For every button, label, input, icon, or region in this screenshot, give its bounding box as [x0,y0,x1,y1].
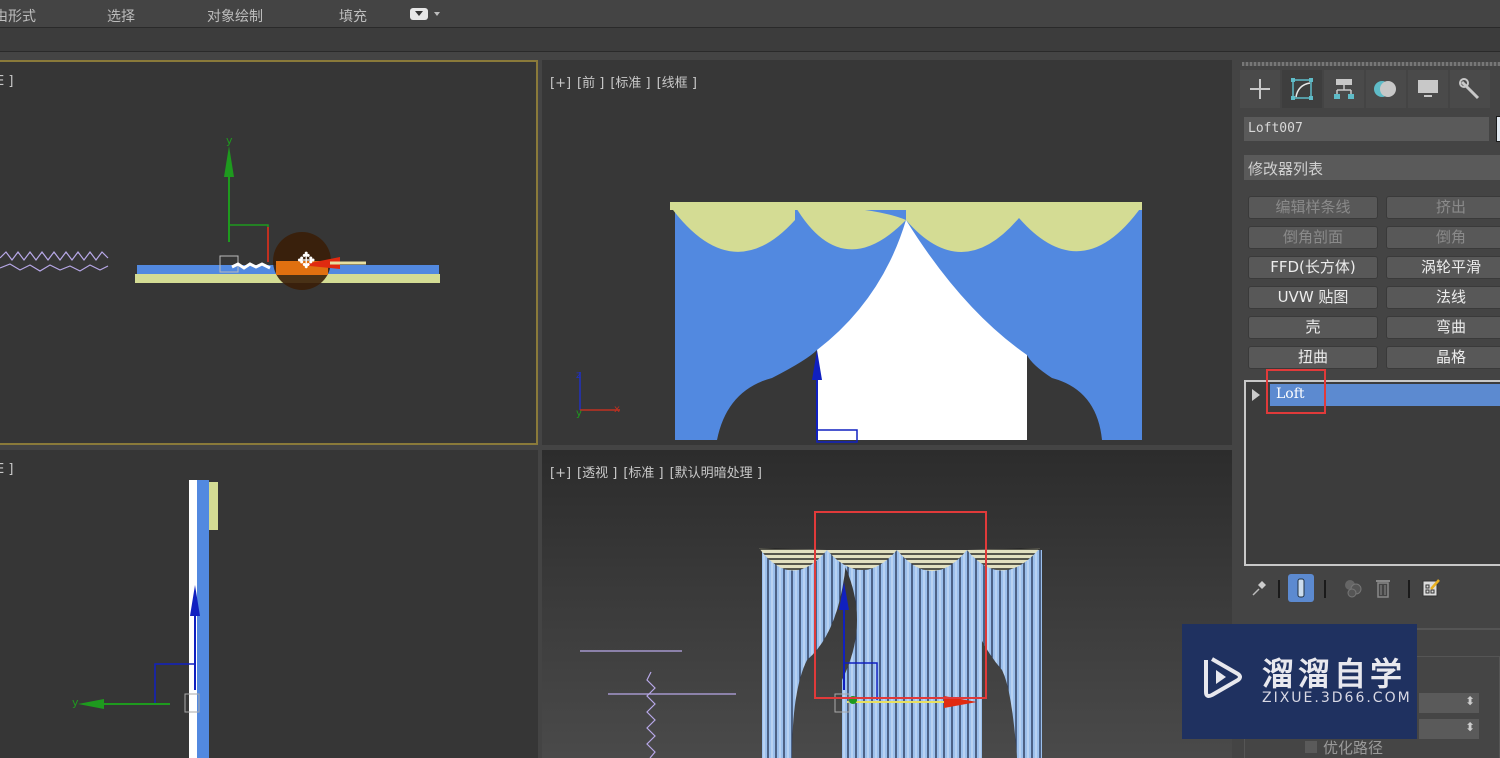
tab-hierarchy[interactable] [1324,70,1364,108]
show-end-result-button[interactable] [1288,574,1314,602]
modifier-button-bevel-profile[interactable]: 倒角剖面 [1248,226,1378,249]
pin-stack-button[interactable] [1246,574,1272,602]
hierarchy-icon [1334,79,1354,99]
ribbon-tab-freeform[interactable]: 由形式 [0,6,36,26]
plus-icon [1250,79,1270,99]
modifier-button-lattice[interactable]: 晶格 [1386,346,1500,369]
highlight-box-curtain [814,511,987,699]
gizmo-y-arrow [78,699,104,709]
ribbon-tabs: 由形式 选择 对象绘制 填充 [0,0,1500,28]
make-unique-button[interactable] [1340,574,1366,602]
tab-utilities[interactable] [1450,70,1490,108]
viewport-front-scene: z y x [576,202,1142,443]
modifier-button-bevel[interactable]: 倒角 [1386,226,1500,249]
watermark-url: ZIXUE.3D66.COM [1262,690,1412,706]
viewport-left-scene: y [72,480,218,758]
viewport-front[interactable]: [+] [前 ] [标准 ] [线框 ] z y x [542,60,1232,445]
3dsmax-window: 由形式 选择 对象绘制 填充 E ] y ✥ [0,0,1500,758]
curtain-side-white [189,480,198,758]
ribbon-tab-object-paint[interactable]: 对象绘制 [207,6,263,26]
gizmo-y-arrow [224,146,234,177]
modifier-button-extrude[interactable]: 挤出 [1386,196,1500,219]
pin-icon [1252,581,1266,596]
stack-toolbar [1244,574,1500,604]
play-logo-icon [1204,657,1242,698]
configure-modifier-sets-button[interactable] [1418,574,1444,602]
viewport-perspective[interactable]: [+] [透视 ] [标准 ] [默认明暗处理 ] [542,450,1232,758]
chevron-down-icon[interactable] [434,12,440,16]
valance-side [209,482,218,530]
modifier-list-dropdown[interactable]: 修改器列表 [1244,155,1500,180]
modifier-button-twist[interactable]: 扭曲 [1248,346,1378,369]
command-panel-tabs [1240,70,1500,110]
display-icon [1418,80,1438,97]
viewport-left[interactable]: E ] y [0,450,538,758]
modify-icon [1291,78,1313,100]
make-unique-icon [1345,580,1362,598]
modifier-button-edit-spline[interactable]: 编辑样条线 [1248,196,1378,219]
spline-shape [0,251,109,261]
curtain-side-blue [197,480,209,758]
watermark-title: 溜溜自学 [1262,655,1407,693]
spline-shape-2 [0,263,109,272]
configure-modifier-sets-icon [1422,579,1440,597]
viewport-top-scene: y ✥ [0,134,440,290]
optimize-path-checkbox[interactable] [1305,741,1317,753]
tab-display[interactable] [1408,70,1448,108]
axis-x-label: x [614,404,620,415]
ribbon-panel-area [0,28,1500,52]
modifier-button-uvw-map[interactable]: UVW 贴图 [1248,286,1378,309]
modifier-button-ffd-box[interactable]: FFD(长方体) [1248,256,1378,279]
ribbon-tab-selection[interactable]: 选择 [107,6,135,26]
viewport-top[interactable]: E ] y ✥ [0,60,538,445]
tab-motion[interactable] [1366,70,1406,108]
parameter-spinner-2[interactable] [1419,719,1479,739]
watermark: 溜溜自学 ZIXUE.3D66.COM [1182,624,1417,739]
ribbon-options-dropdown-icon[interactable] [410,8,428,20]
modifier-button-normal[interactable]: 法线 [1386,286,1500,309]
gizmo-y-label: y [72,696,79,709]
trash-icon [1376,580,1390,598]
gizmo-y-label: y [226,134,233,147]
object-color-swatch[interactable] [1496,116,1500,142]
panel-drag-strip[interactable] [1242,62,1500,66]
remove-modifier-button[interactable] [1370,574,1396,602]
optimize-path-label: 优化路径 [1323,739,1384,757]
wrench-icon [1459,78,1480,100]
parameter-spinner-1[interactable] [1419,693,1479,713]
object-name-input[interactable]: Loft007 [1244,117,1489,141]
move-cursor-icon: ✥ [297,249,315,274]
highlight-box-loft [1266,369,1326,414]
tab-create[interactable] [1240,70,1280,108]
ribbon-tab-populate[interactable]: 填充 [339,6,367,26]
tab-modify[interactable] [1282,70,1322,108]
modifier-button-turbosmooth[interactable]: 涡轮平滑 [1386,256,1500,279]
show-end-result-icon [1297,578,1305,598]
modifier-button-bend[interactable]: 弯曲 [1386,316,1500,339]
expand-arrow-icon[interactable] [1252,389,1260,401]
axis-y-label: y [576,408,582,419]
motion-icon [1374,81,1396,97]
axis-z-label: z [576,370,581,381]
modifier-button-shell[interactable]: 壳 [1248,316,1378,339]
